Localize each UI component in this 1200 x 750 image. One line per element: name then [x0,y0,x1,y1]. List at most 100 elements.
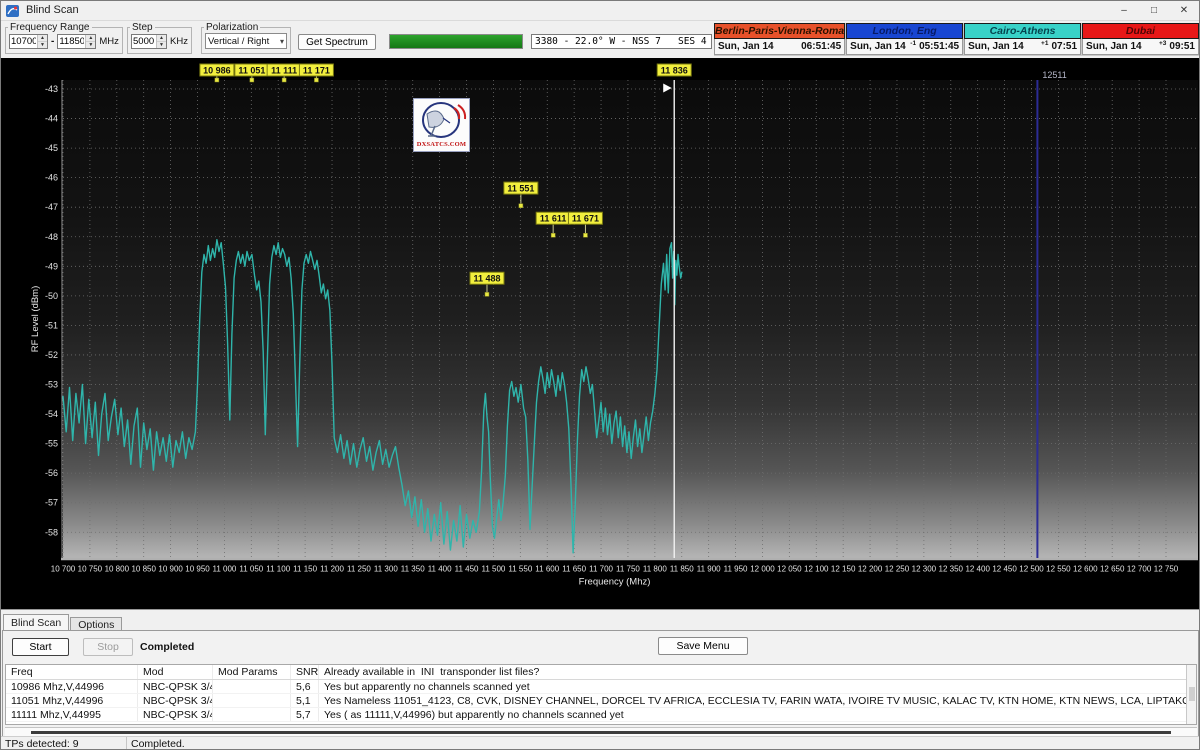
toolbar: Frequency Range ▲▼ - ▲▼ MHz Step ▲▼ [1,21,1200,58]
svg-text:12 300: 12 300 [912,565,937,574]
svg-text:-47: -47 [45,202,58,212]
marker-11051: 11 051 [235,64,269,82]
blind-scan-window: Blind Scan – □ ✕ Frequency Range ▲▼ - ▲▼… [0,0,1200,750]
polarization-select[interactable]: Vertical / Right ▾ [205,33,287,49]
range-separator: - [51,36,54,47]
frequency-from-input[interactable] [10,35,37,48]
satellite-dish-icon [414,99,469,141]
spinner-arrows-icon[interactable]: ▲▼ [156,35,166,48]
svg-text:12 000: 12 000 [750,565,775,574]
plot-background [63,80,1198,558]
clock-utc-offset: +3 [1159,40,1166,47]
table-cell: 11051 Mhz,V,44996 [6,694,138,707]
svg-text:10 750: 10 750 [78,565,103,574]
scrollbar-thumb[interactable] [31,731,1171,734]
svg-text:11 611: 11 611 [540,214,567,224]
clock-city: Dubai [1082,23,1199,39]
maximize-icon[interactable]: □ [1139,1,1169,21]
tab-bar: Blind ScanOptions [3,614,123,631]
clock-1: Berlin-Paris-Vienna-RomaSun, Jan 1406:51… [714,23,845,56]
spectrum-chart[interactable]: 10 70010 75010 80010 85010 90010 95011 0… [1,58,1200,609]
step-group: Step ▲▼ KHz [127,22,192,54]
svg-text:11 171: 11 171 [303,66,330,76]
svg-text:11 750: 11 750 [616,565,640,574]
frequency-range-group: Frequency Range ▲▼ - ▲▼ MHz [5,22,123,54]
x-tick-labels: 10 70010 75010 80010 85010 90010 95011 0… [51,565,1179,574]
stop-button[interactable]: Stop [83,638,133,656]
svg-text:11 400: 11 400 [428,565,452,574]
clock-city: Berlin-Paris-Vienna-Roma [714,23,845,39]
tab-options[interactable]: Options [70,617,122,631]
frequency-from-stepper[interactable]: ▲▼ [9,34,48,49]
svg-text:11 100: 11 100 [266,565,290,574]
app-icon [6,4,20,18]
clock-utc-offset: +1 [1041,40,1048,47]
frequency-to-stepper[interactable]: ▲▼ [57,34,96,49]
minimize-icon[interactable]: – [1109,1,1139,21]
svg-text:11 600: 11 600 [535,565,559,574]
step-input[interactable] [132,35,156,48]
frequency-to-input[interactable] [58,35,85,48]
transponder-table[interactable]: FreqModMod ParamsSNRAlready available in… [5,664,1197,725]
svg-text:12 400: 12 400 [965,565,990,574]
table-cell: Yes Nameless 11051_4123, C8, CVK, DISNEY… [319,694,1196,707]
svg-text:12 550: 12 550 [1046,565,1071,574]
world-clocks: Berlin-Paris-Vienna-RomaSun, Jan 1406:51… [714,23,1199,56]
title-bar[interactable]: Blind Scan – □ ✕ [1,1,1199,21]
svg-text:-56: -56 [45,468,58,478]
svg-text:10 850: 10 850 [131,565,156,574]
svg-text:-57: -57 [45,498,58,508]
svg-text:11 250: 11 250 [347,565,371,574]
svg-text:10 900: 10 900 [158,565,183,574]
marker-11171: 11 171 [299,64,333,82]
svg-text:-44: -44 [45,114,58,124]
blind-scan-tab-page: Start Stop Completed Save Menu FreqModMo… [2,630,1199,744]
svg-text:-50: -50 [45,291,58,301]
polarization-label: Polarization [204,22,260,33]
chevron-down-icon: ▾ [280,37,284,46]
table-row[interactable]: 10986 Mhz,V,44996NBC-QPSK 3/45,6Yes but … [6,680,1196,694]
svg-text:11 488: 11 488 [473,274,500,284]
clock-date: Sun, Jan 14 [850,41,906,52]
svg-text:11 900: 11 900 [697,565,721,574]
y-tick-labels: -43-44-45-46-47-48-49-50-51-52-53-54-55-… [45,84,58,537]
table-cell: 5,1 [291,694,319,707]
spinner-arrows-icon[interactable]: ▲▼ [37,35,47,48]
table-cell: 5,7 [291,708,319,721]
svg-text:11 671: 11 671 [572,214,599,224]
clock-time: 05:51:45 [919,41,959,52]
step-stepper[interactable]: ▲▼ [131,34,167,49]
start-button[interactable]: Start [12,638,69,656]
table-cell: Yes but apparently no channels scanned y… [319,680,1196,693]
table-cell: 11111 Mhz,V,44995 [6,708,138,721]
clock-utc-offset: -1 [910,40,916,47]
get-spectrum-button[interactable]: Get Spectrum [298,34,376,50]
table-vertical-scrollbar[interactable] [1186,665,1196,724]
table-cell: NBC-QPSK 3/4 [138,708,213,721]
table-cell [213,680,291,693]
svg-text:10 700: 10 700 [51,565,76,574]
svg-text:12 500: 12 500 [1019,565,1044,574]
column-header: Already available in INI transponder lis… [319,665,1196,679]
table-row[interactable]: 11111 Mhz,V,44995NBC-QPSK 3/45,7Yes ( as… [6,708,1196,722]
svg-text:-45: -45 [45,143,58,153]
logo-text: DXSATCS.COM [417,141,467,149]
statusbar-state-label: Completed. [127,737,189,750]
close-icon[interactable]: ✕ [1169,1,1199,21]
window-title: Blind Scan [26,4,79,16]
table-row[interactable]: 11051 Mhz,V,44996NBC-QPSK 3/45,1Yes Name… [6,694,1196,708]
clock-3: Cairo-AthensSun, Jan 14+107:51 [964,23,1081,56]
save-menu-button[interactable]: Save Menu [658,637,748,655]
marker-11111: 11 111 [267,64,301,82]
table-cell [213,694,291,707]
scrollbar-thumb[interactable] [1189,687,1195,701]
svg-text:11 350: 11 350 [401,565,425,574]
svg-text:11 700: 11 700 [589,565,613,574]
spectrum-chart-area[interactable]: 10 70010 75010 80010 85010 90010 95011 0… [1,58,1200,609]
x-axis-title: Frequency (Mhz) [579,577,651,588]
spinner-arrows-icon[interactable]: ▲▼ [85,35,95,48]
svg-text:10 950: 10 950 [185,565,210,574]
tab-blind-scan[interactable]: Blind Scan [3,614,69,631]
satellite-info-field[interactable] [531,34,712,49]
svg-text:12 450: 12 450 [992,565,1017,574]
